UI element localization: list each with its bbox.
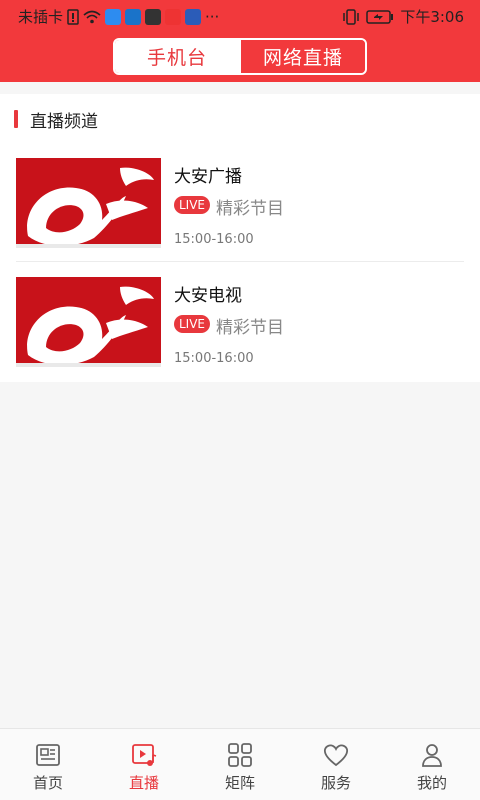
tab-service[interactable]: 服务 xyxy=(288,729,384,800)
channel-name: 大安电视 xyxy=(174,286,242,306)
live-badge: LIVE xyxy=(174,315,210,333)
tab-matrix[interactable]: 矩阵 xyxy=(192,729,288,800)
station-logo-icon xyxy=(16,277,161,367)
app-notification-icon xyxy=(185,8,202,25)
channel-name: 大安广播 xyxy=(174,167,242,187)
wifi-icon xyxy=(83,10,101,23)
tab-web-live[interactable]: 网络直播 xyxy=(239,40,365,73)
tab-label: 矩阵 xyxy=(224,774,255,792)
sim-icon xyxy=(67,8,79,25)
app-notification-icon xyxy=(105,8,122,25)
vibrate-icon xyxy=(343,8,360,25)
channel-item[interactable]: 大安电视 LIVE 精彩节目 15:00-16:00 xyxy=(16,277,464,381)
app-header: 未插卡 ··· 下午3:06 手机台 网络直播 xyxy=(0,0,480,82)
status-bar: 未插卡 ··· 下午3:06 xyxy=(0,0,480,32)
battery-icon xyxy=(366,9,394,24)
program-time: 15:00-16:00 xyxy=(174,351,254,366)
tab-live[interactable]: 直播 xyxy=(96,729,192,800)
live-badge: LIVE xyxy=(174,196,210,214)
app-notification-icon xyxy=(145,8,162,25)
channel-thumbnail xyxy=(16,158,161,248)
tab-home[interactable]: 首页 xyxy=(0,729,96,800)
channel-item[interactable]: 大安广播 LIVE 精彩节目 15:00-16:00 xyxy=(16,158,464,262)
program-time: 15:00-16:00 xyxy=(174,232,254,247)
station-logo-icon xyxy=(16,158,161,248)
live-channel-list: 直播频道 大安广播 LIVE 精彩节目 15:00-16:00 大安电视 LIV… xyxy=(0,94,480,382)
person-icon xyxy=(422,744,442,767)
program-name: 精彩节目 xyxy=(216,318,284,338)
section-header: 直播频道 xyxy=(14,108,98,132)
heart-icon xyxy=(323,744,349,767)
bottom-tab-bar: 首页 直播 矩阵 服务 我的 xyxy=(0,728,480,800)
clock-text: 下午3:06 xyxy=(400,8,464,26)
channel-thumbnail xyxy=(16,277,161,367)
carrier-text: 未插卡 xyxy=(18,8,64,26)
tab-label: 首页 xyxy=(32,774,63,792)
tab-label: 服务 xyxy=(320,774,351,792)
more-notifications: ··· xyxy=(205,7,220,26)
section-accent-bar xyxy=(14,110,18,128)
section-title: 直播频道 xyxy=(30,111,98,132)
app-notification-icon xyxy=(165,8,182,25)
grid-icon xyxy=(228,743,252,767)
tab-label: 我的 xyxy=(416,774,447,792)
news-icon xyxy=(36,744,60,766)
program-name: 精彩节目 xyxy=(216,199,284,219)
tab-mine[interactable]: 我的 xyxy=(384,729,480,800)
tab-mobile-station[interactable]: 手机台 xyxy=(115,40,239,73)
live-video-icon xyxy=(132,744,157,766)
source-switcher: 手机台 网络直播 xyxy=(113,38,367,75)
app-notification-icon xyxy=(125,8,142,25)
tab-label: 直播 xyxy=(128,774,159,792)
